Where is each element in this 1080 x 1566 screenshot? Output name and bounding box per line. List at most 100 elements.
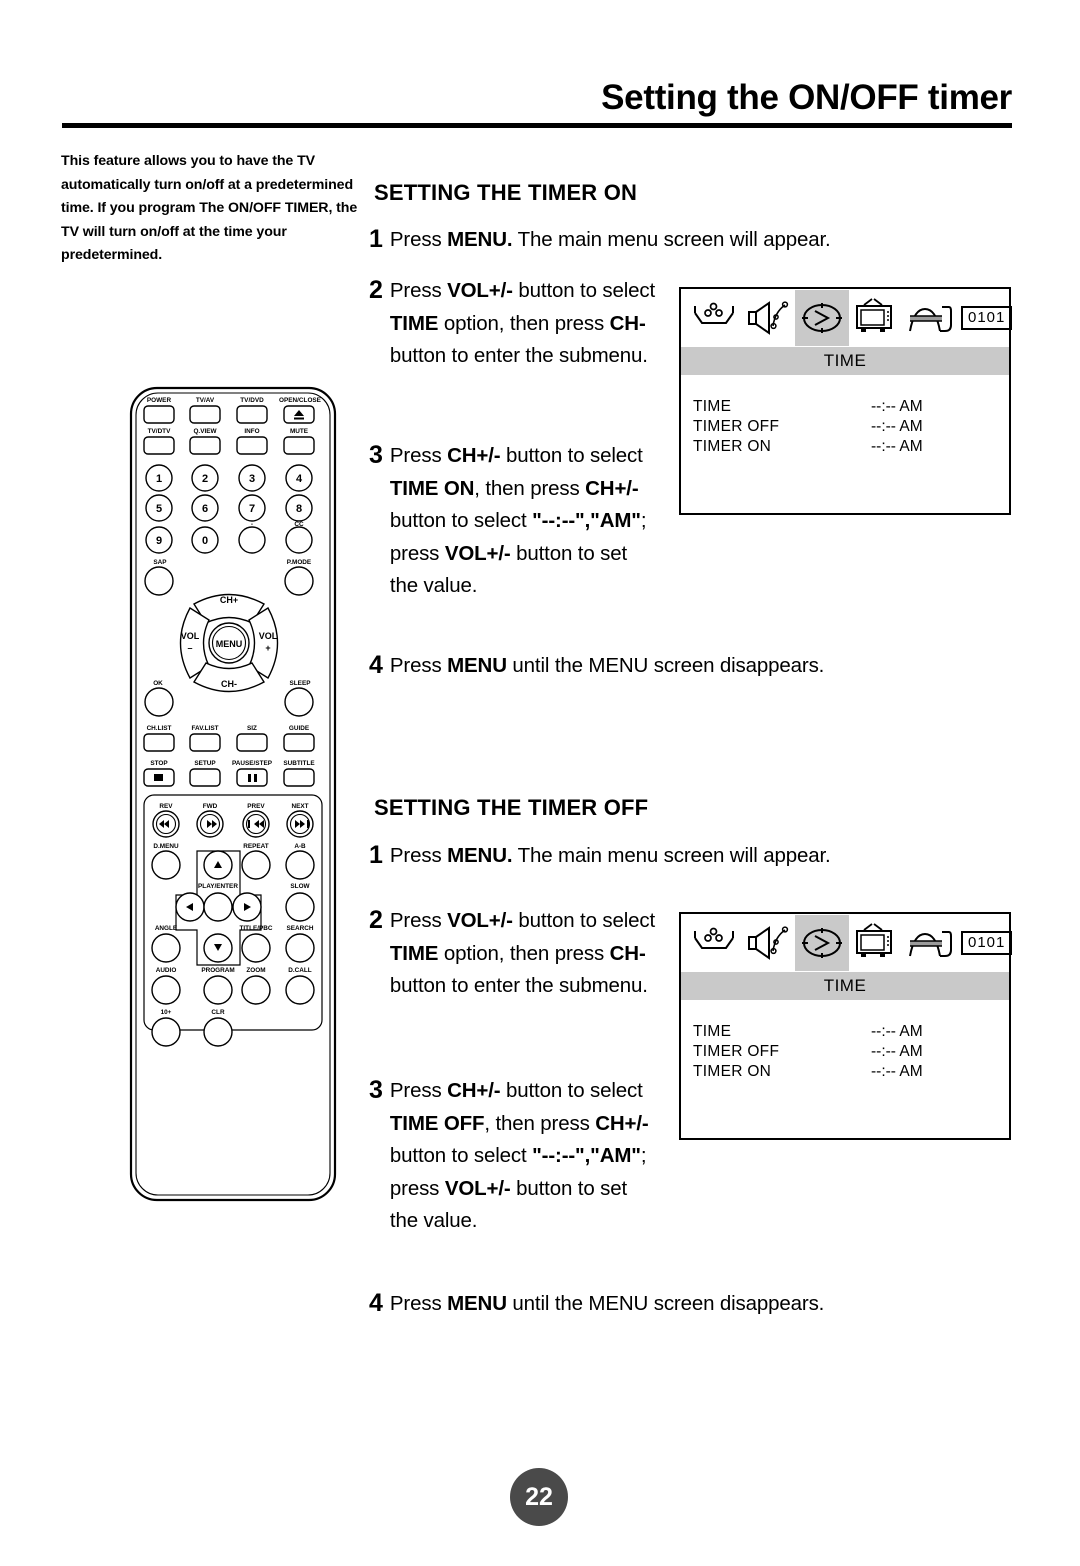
siz-button[interactable] [236, 733, 268, 752]
program-button[interactable] [203, 975, 233, 1005]
step-off-1: 1 Press MENU. The main menu screen will … [369, 840, 969, 873]
subtitle-button[interactable] [283, 768, 315, 787]
step-off-4: 4 Press MENU until the MENU screen disap… [369, 1288, 969, 1321]
number-label: 9 [156, 535, 162, 547]
title-pbc-button[interactable] [241, 933, 271, 963]
osd-tab-tv[interactable] [849, 290, 903, 346]
picture-icon [694, 927, 734, 949]
osd-row-value: --:-- AM [871, 1023, 923, 1040]
guide-button[interactable] [283, 733, 315, 752]
label-repeat: REPEAT [243, 843, 269, 850]
osd-tab-picture[interactable] [687, 290, 741, 346]
osd-tab-setup[interactable] [903, 290, 957, 346]
p-mode-button[interactable] [284, 566, 314, 596]
osd-tab-bar: 0101 [681, 914, 1013, 972]
label-q-view: Q.VIEW [193, 428, 217, 435]
label-next: NEXT [291, 803, 308, 810]
step-number: 3 [369, 441, 383, 469]
tv-dtv-button[interactable] [143, 436, 175, 455]
step-number: 3 [369, 1076, 383, 1104]
osd-channel-number: 0101 [961, 306, 1013, 330]
setup-icon [909, 306, 952, 332]
label-setup: SETUP [194, 760, 216, 767]
step-text: Press CH+/- button to select TIME ON, th… [389, 444, 647, 597]
a-b-button[interactable] [285, 850, 315, 880]
setup-button[interactable] [189, 768, 221, 787]
tv-dvd-button[interactable] [236, 405, 268, 424]
q-view-button[interactable] [189, 436, 221, 455]
audio-button[interactable] [151, 975, 181, 1005]
setup-icon [909, 931, 952, 957]
label-d-call: D.CALL [288, 967, 312, 974]
repeat-button[interactable] [241, 850, 271, 880]
osd-tab-tv[interactable] [849, 915, 903, 971]
tv-av-button[interactable] [189, 405, 221, 424]
ten-plus-button[interactable] [151, 1017, 181, 1047]
label-info: INFO [244, 428, 259, 435]
label-prev: PREV [247, 803, 265, 810]
osd-row[interactable]: TIMER OFF --:-- AM [693, 1042, 1009, 1062]
osd-tab-time[interactable] [795, 915, 849, 971]
step-text: Press VOL+/- button to select TIME optio… [389, 909, 656, 997]
label-search: SEARCH [287, 925, 314, 932]
osd-row[interactable]: TIME --:-- AM [693, 397, 1009, 417]
osd-row-value: --:-- AM [871, 1043, 923, 1060]
mute-button[interactable] [283, 436, 315, 455]
label-sap: SAP [153, 559, 167, 566]
osd-row-value: --:-- AM [871, 438, 923, 455]
osd-menu-timer-off: 0101 TIME TIME --:-- AM TIMER OFF --:-- … [679, 912, 1013, 1140]
sap-button[interactable] [144, 566, 174, 596]
label-zoom: ZOOM [246, 967, 265, 974]
label-10-plus: 10+ [161, 1009, 172, 1016]
cc-button[interactable] [285, 526, 313, 554]
step-text: Press MENU. The main menu screen will ap… [389, 844, 831, 867]
page-number: 22 [510, 1468, 568, 1526]
ch-list-button[interactable] [143, 733, 175, 752]
angle-button[interactable] [151, 933, 181, 963]
osd-row-value: --:-- AM [871, 418, 923, 435]
info-button[interactable] [236, 436, 268, 455]
dash-button[interactable] [238, 526, 266, 554]
osd-row[interactable]: TIMER ON --:-- AM [693, 437, 1009, 457]
remote-control-diagram: POWER TV/AV TV/DVD OPEN/CLOSE TV/DTV Q.V… [128, 385, 338, 1203]
osd-channel-number: 0101 [961, 931, 1013, 955]
label-tv-dtv: TV/DTV [148, 428, 171, 435]
label-pause-step: PAUSE/STEP [232, 760, 273, 767]
label-fav-list: FAV.LIST [192, 725, 219, 732]
osd-tab-audio[interactable] [741, 915, 795, 971]
label-tv-dvd: TV/DVD [240, 397, 264, 404]
osd-row-list: TIME --:-- AM TIMER OFF --:-- AM TIMER O… [681, 1000, 1009, 1082]
zoom-button[interactable] [241, 975, 271, 1005]
speaker-audio-icon [748, 301, 789, 335]
sleep-button[interactable] [284, 687, 314, 717]
clock-timer-icon [802, 303, 842, 333]
osd-tab-time[interactable] [795, 290, 849, 346]
osd-row-value: --:-- AM [871, 398, 923, 415]
picture-icon [694, 302, 734, 324]
d-call-button[interactable] [285, 975, 315, 1005]
osd-tab-setup[interactable] [903, 915, 957, 971]
label-ch-list: CH.LIST [147, 725, 172, 732]
search-button[interactable] [285, 933, 315, 963]
slow-button[interactable] [285, 892, 315, 922]
label-siz: SIZ [247, 725, 257, 732]
ok-button[interactable] [144, 687, 174, 717]
osd-tab-picture[interactable] [687, 915, 741, 971]
clr-button[interactable] [203, 1017, 233, 1047]
d-menu-button[interactable] [151, 850, 181, 880]
fav-list-button[interactable] [189, 733, 221, 752]
number-label: 4 [296, 473, 303, 485]
osd-row[interactable]: TIME --:-- AM [693, 1022, 1009, 1042]
osd-tab-audio[interactable] [741, 290, 795, 346]
step-number: 4 [369, 651, 383, 679]
intro-paragraph: This feature allows you to have the TV a… [61, 153, 358, 263]
osd-row[interactable]: TIMER ON --:-- AM [693, 1062, 1009, 1082]
label-a-b: A-B [294, 843, 306, 850]
label-slow: SLOW [290, 883, 310, 890]
label-rev: REV [159, 803, 173, 810]
label-guide: GUIDE [289, 725, 310, 732]
play-enter-button[interactable] [203, 892, 233, 922]
label-power: POWER [147, 397, 172, 404]
osd-row[interactable]: TIMER OFF --:-- AM [693, 417, 1009, 437]
pause-step-button[interactable] [236, 768, 268, 787]
